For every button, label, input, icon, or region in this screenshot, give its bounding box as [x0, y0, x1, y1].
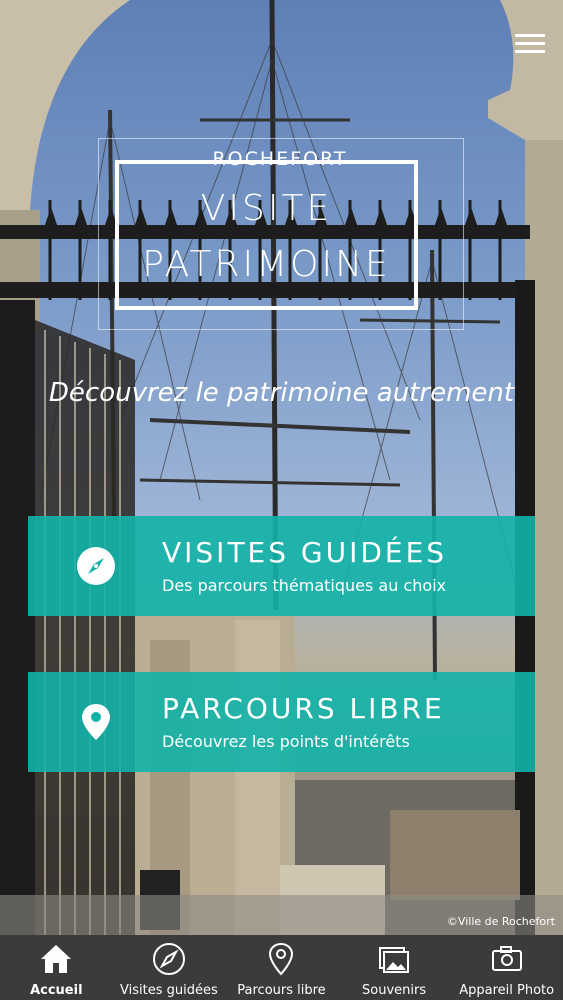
tab-souvenirs[interactable]: Souvenirs [338, 935, 451, 1000]
free-route-card[interactable]: PARCOURS LIBRE Découvrez les points d'in… [28, 672, 535, 772]
tab-label: Accueil [30, 983, 83, 998]
hamburger-menu-icon [515, 34, 545, 37]
camera-icon [491, 946, 522, 971]
tab-label: Souvenirs [362, 983, 427, 998]
logo-title-line2: PATRIMOINE [142, 244, 391, 285]
free-route-subtitle: Découvrez les points d'intérêts [162, 732, 410, 751]
guided-tours-title: VISITES GUIDÉES [162, 536, 448, 569]
tab-bar: Accueil Visites guidées Parcours libre S… [0, 935, 563, 1000]
logo-inner-frame [115, 160, 418, 310]
tab-accueil[interactable]: Accueil [0, 935, 113, 1000]
tab-label: Parcours libre [237, 983, 326, 998]
tab-appareil-photo[interactable]: Appareil Photo [450, 935, 563, 1000]
logo-city: ROCHEFORT [212, 148, 348, 170]
tagline: Découvrez le patrimoine autrement [48, 378, 515, 408]
guided-tours-card[interactable]: VISITES GUIDÉES Des parcours thématiques… [28, 516, 535, 616]
compass-icon [77, 547, 115, 585]
tab-parcours-libre[interactable]: Parcours libre [225, 935, 338, 1000]
compass-icon [152, 943, 185, 975]
tab-label: Visites guidées [120, 983, 218, 998]
home-screen: ROCHEFORT VISITE PATRIMOINE Découvrez le… [0, 0, 563, 1000]
menu-line [515, 42, 545, 45]
map-pin-icon [82, 704, 110, 740]
home-icon [41, 945, 72, 973]
tab-visites-guidees[interactable]: Visites guidées [113, 935, 226, 1000]
free-route-title: PARCOURS LIBRE [162, 692, 445, 725]
tab-label: Appareil Photo [459, 983, 555, 998]
photo-credit: ©Ville de Rochefort [446, 915, 555, 928]
guided-tours-subtitle: Des parcours thématiques au choix [162, 576, 447, 595]
menu-line [515, 50, 545, 53]
menu-button[interactable] [515, 34, 545, 54]
photos-icon [379, 947, 410, 973]
logo-title-line1: VISITE [200, 188, 333, 229]
map-pin-icon [269, 942, 294, 976]
